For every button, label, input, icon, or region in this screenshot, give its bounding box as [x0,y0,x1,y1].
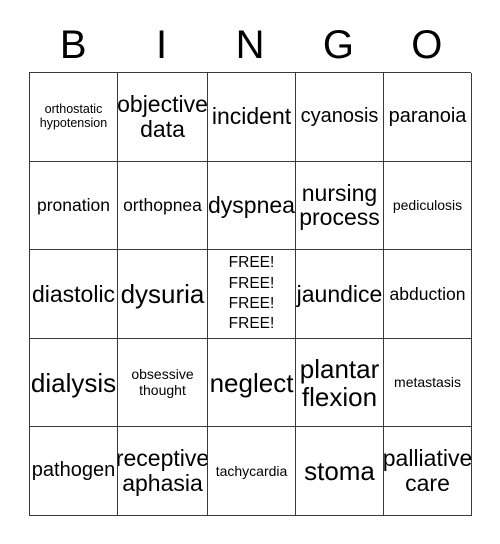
bingo-cell[interactable]: nursing process [296,161,384,251]
bingo-cell-label: metastasis [394,374,461,391]
bingo-grid: orthostatic hypotension objective data i… [29,72,472,516]
bingo-cell[interactable]: diastolic [30,250,118,339]
bingo-cell-label: pathogen [31,459,116,482]
bingo-cell[interactable]: dialysis [30,338,118,428]
bingo-cell-label: diastolic [31,280,116,307]
bingo-cell-label: incident [211,103,292,130]
bingo-cell-label: plantar flexion [299,353,380,412]
bingo-cell[interactable]: pronation [30,161,118,251]
bingo-cell-label: obsessive thought [131,366,194,398]
bingo-cell[interactable]: receptive aphasia [118,427,208,516]
bingo-cell[interactable]: paranoia [384,73,472,162]
bingo-cell-label: dialysis [30,367,117,398]
bingo-cell[interactable]: tachycardia [208,427,296,516]
bingo-cell[interactable]: neglect [208,338,296,428]
bingo-cell-label: dysuria [120,278,205,309]
bingo-cell-label: orthostatic hypotension [39,102,108,130]
bingo-cell-label: nursing process [299,179,380,231]
bingo-cell-label: orthopnea [123,194,202,215]
bingo-cell-label: dyspnea [208,191,295,218]
bingo-cell-label: receptive aphasia [118,445,208,497]
bingo-header-letter-g: G [322,23,354,67]
bingo-cell[interactable]: orthopnea [118,161,208,251]
bingo-cell[interactable]: pediculosis [384,161,472,251]
bingo-cell[interactable]: stoma [296,427,384,516]
bingo-cell[interactable]: objective data [118,73,208,162]
bingo-cell[interactable]: metastasis [384,338,472,428]
bingo-header-letter-o: O [411,23,443,67]
bingo-free-space-label: FREE! FREE! FREE! FREE! [228,254,275,333]
bingo-cell-label: stoma [304,456,375,487]
bingo-cell-label: neglect [209,367,294,398]
bingo-cell[interactable]: abduction [384,250,472,339]
bingo-cell[interactable]: jaundice [296,250,384,339]
bingo-header-letter-i: I [156,23,168,67]
bingo-cell[interactable]: obsessive thought [118,338,208,428]
bingo-cell-label: pronation [37,194,110,215]
bingo-cell[interactable]: incident [208,73,296,162]
bingo-cell-label: tachycardia [215,462,288,479]
bingo-free-space-cell[interactable]: FREE! FREE! FREE! FREE! [208,250,296,339]
bingo-cell[interactable]: pathogen [30,427,118,516]
bingo-cell[interactable]: dysuria [118,250,208,339]
bingo-cell-label: jaundice [296,280,383,307]
bingo-cell-label: paranoia [388,105,467,127]
bingo-cell-label: objective data [118,90,208,142]
bingo-cell-label: abduction [389,283,466,304]
bingo-cell-label: cyanosis [300,105,379,127]
bingo-card: B I N G O orthostatic hypotension object… [0,0,500,544]
bingo-header-letter-b: B [59,23,87,67]
bingo-cell[interactable]: cyanosis [296,73,384,162]
bingo-header-row: B I N G O [29,18,471,72]
bingo-header-letter-n: N [235,23,265,67]
bingo-cell[interactable]: orthostatic hypotension [30,73,118,162]
bingo-cell-label: palliative care [384,445,472,497]
bingo-cell[interactable]: dyspnea [208,161,296,251]
bingo-cell-label: pediculosis [392,196,463,213]
bingo-cell[interactable]: plantar flexion [296,338,384,428]
bingo-cell[interactable]: palliative care [384,427,472,516]
